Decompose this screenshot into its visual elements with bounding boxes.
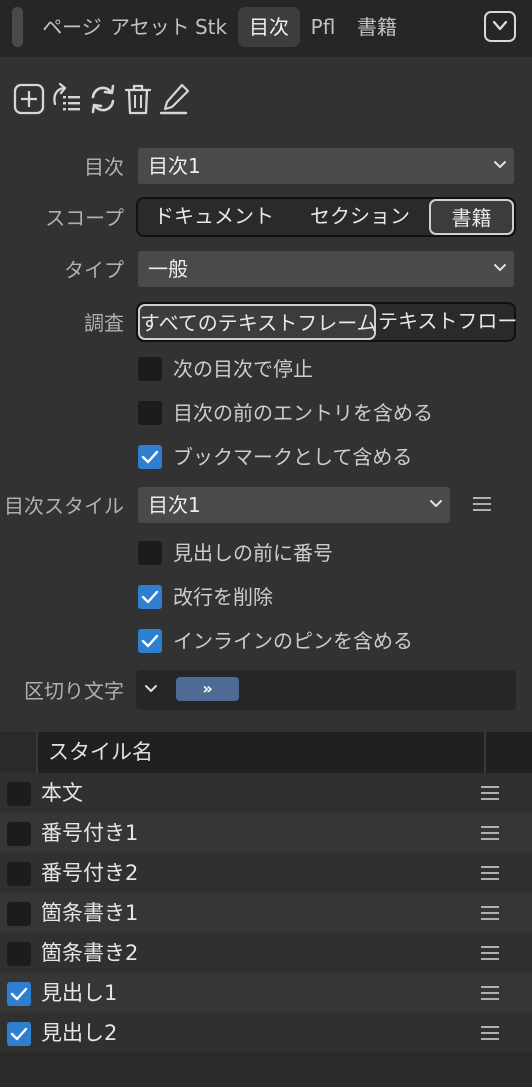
edit-icon [159, 83, 190, 115]
row-menu-icon[interactable] [481, 786, 499, 802]
table-header: スタイル名 [0, 732, 532, 773]
checkmark-icon [141, 590, 159, 604]
toc-style-select-value: 目次1 [148, 493, 201, 517]
row-menu-icon[interactable] [481, 866, 499, 882]
checkmark-icon [10, 1027, 28, 1041]
style-name: 見出し2 [41, 1021, 118, 1045]
search-label: 調査 [84, 311, 124, 335]
separator-label: 区切り文字 [24, 679, 124, 703]
tab-assets[interactable]: アセット [110, 7, 190, 47]
table-row[interactable]: 見出し2 [0, 1013, 532, 1053]
toc-select[interactable]: 目次1 [138, 148, 514, 184]
check-label: 目次の前のエントリを含める [173, 401, 433, 425]
search-option-all-frames[interactable]: すべてのテキストフレーム [138, 304, 377, 340]
checkbox[interactable] [138, 357, 162, 381]
trash-icon [124, 84, 152, 115]
checkbox-checked[interactable] [138, 629, 162, 653]
separator-field[interactable]: » [136, 670, 516, 710]
table-row[interactable]: 番号付き2 [0, 853, 532, 893]
checkmark-icon [10, 987, 28, 1001]
chevron-down-icon [494, 161, 506, 168]
checkbox-checked[interactable] [7, 1022, 31, 1046]
import-list-icon [53, 82, 80, 111]
check-label: ブックマークとして含める [173, 445, 413, 469]
row-menu-icon[interactable] [481, 826, 499, 842]
style-name: 番号付き2 [41, 861, 139, 885]
style-name: 番号付き1 [41, 821, 139, 845]
checkbox[interactable] [7, 862, 31, 886]
checkbox[interactable] [138, 401, 162, 425]
style-name: 本文 [41, 781, 83, 805]
chevron-down-icon [430, 500, 442, 507]
row-menu-icon[interactable] [481, 946, 499, 962]
toc-select-value: 目次1 [148, 154, 201, 178]
tab-stk[interactable]: Stk [191, 7, 231, 47]
style-table: スタイル名 本文 番号付き1 番号付き2 箇条書き1 箇条書き2 見出し1 見出… [0, 732, 532, 1087]
checkbox[interactable] [7, 822, 31, 846]
table-row[interactable]: 箇条書き1 [0, 893, 532, 933]
style-name-header-label: スタイル名 [48, 740, 153, 764]
type-select[interactable]: 一般 [138, 251, 514, 287]
row-menu-icon[interactable] [481, 1026, 499, 1042]
panel-tab-bar: ページ アセット Stk 目次 Pfl 書籍 [0, 0, 532, 57]
checkbox[interactable] [7, 942, 31, 966]
checkbox-checked[interactable] [138, 445, 162, 469]
collapse-panel-button[interactable] [484, 11, 516, 42]
checkmark-icon [141, 450, 159, 464]
chevron-down-icon [492, 20, 508, 31]
scope-option-section[interactable]: セクション [296, 199, 424, 235]
separator-token[interactable]: » [176, 677, 239, 701]
checkmark-icon [141, 634, 159, 648]
scope-option-document[interactable]: ドキュメント [148, 199, 280, 235]
search-option-text-flow[interactable]: テキストフロー [378, 304, 517, 340]
style-name: 見出し1 [41, 981, 118, 1005]
type-select-value: 一般 [148, 257, 188, 281]
tab-pfl[interactable]: Pfl [305, 7, 341, 47]
style-name: 箇条書き2 [41, 941, 139, 965]
check-label: 改行を削除 [173, 585, 273, 609]
scope-label: スコープ [45, 206, 124, 230]
check-label: 見出しの前に番号 [173, 541, 333, 565]
delete-toc-button[interactable] [122, 82, 156, 116]
panel-grip-handle[interactable] [12, 7, 23, 47]
checkbox-checked[interactable] [138, 585, 162, 609]
search-segmented-control: すべてのテキストフレーム テキストフロー [136, 302, 517, 342]
scope-option-book[interactable]: 書籍 [429, 199, 514, 235]
check-label: 次の目次で停止 [173, 357, 313, 381]
table-row[interactable]: 番号付き1 [0, 813, 532, 853]
tab-books[interactable]: 書籍 [350, 7, 404, 47]
checkbox-checked[interactable] [7, 982, 31, 1006]
scope-segmented-control: ドキュメント セクション 書籍 [136, 197, 516, 237]
refresh-toc-button[interactable] [86, 82, 120, 116]
style-name: 箇条書き1 [41, 901, 139, 925]
tab-toc[interactable]: 目次 [238, 7, 300, 47]
toc-style-label: 目次スタイル [4, 494, 124, 518]
chevron-down-icon [494, 264, 506, 271]
type-label: タイプ [64, 258, 124, 282]
refresh-icon [91, 84, 115, 114]
row-menu-icon[interactable] [481, 986, 499, 1002]
import-toc-button[interactable] [50, 82, 84, 116]
checkbox[interactable] [7, 902, 31, 926]
checkbox[interactable] [7, 782, 31, 806]
edit-toc-button[interactable] [158, 82, 192, 116]
add-icon [13, 83, 45, 115]
table-row[interactable]: 本文 [0, 773, 532, 813]
add-toc-button[interactable] [12, 82, 46, 116]
tab-pages[interactable]: ページ [40, 7, 104, 47]
check-label: インラインのピンを含める [173, 629, 413, 653]
table-row[interactable]: 見出し1 [0, 973, 532, 1013]
toc-style-select[interactable]: 目次1 [138, 487, 450, 523]
toc-label: 目次 [84, 155, 124, 179]
checkbox[interactable] [138, 541, 162, 565]
chevron-down-icon[interactable] [144, 684, 158, 694]
toc-style-menu-icon[interactable] [473, 497, 491, 513]
table-row[interactable]: 箇条書き2 [0, 933, 532, 973]
row-menu-icon[interactable] [481, 906, 499, 922]
